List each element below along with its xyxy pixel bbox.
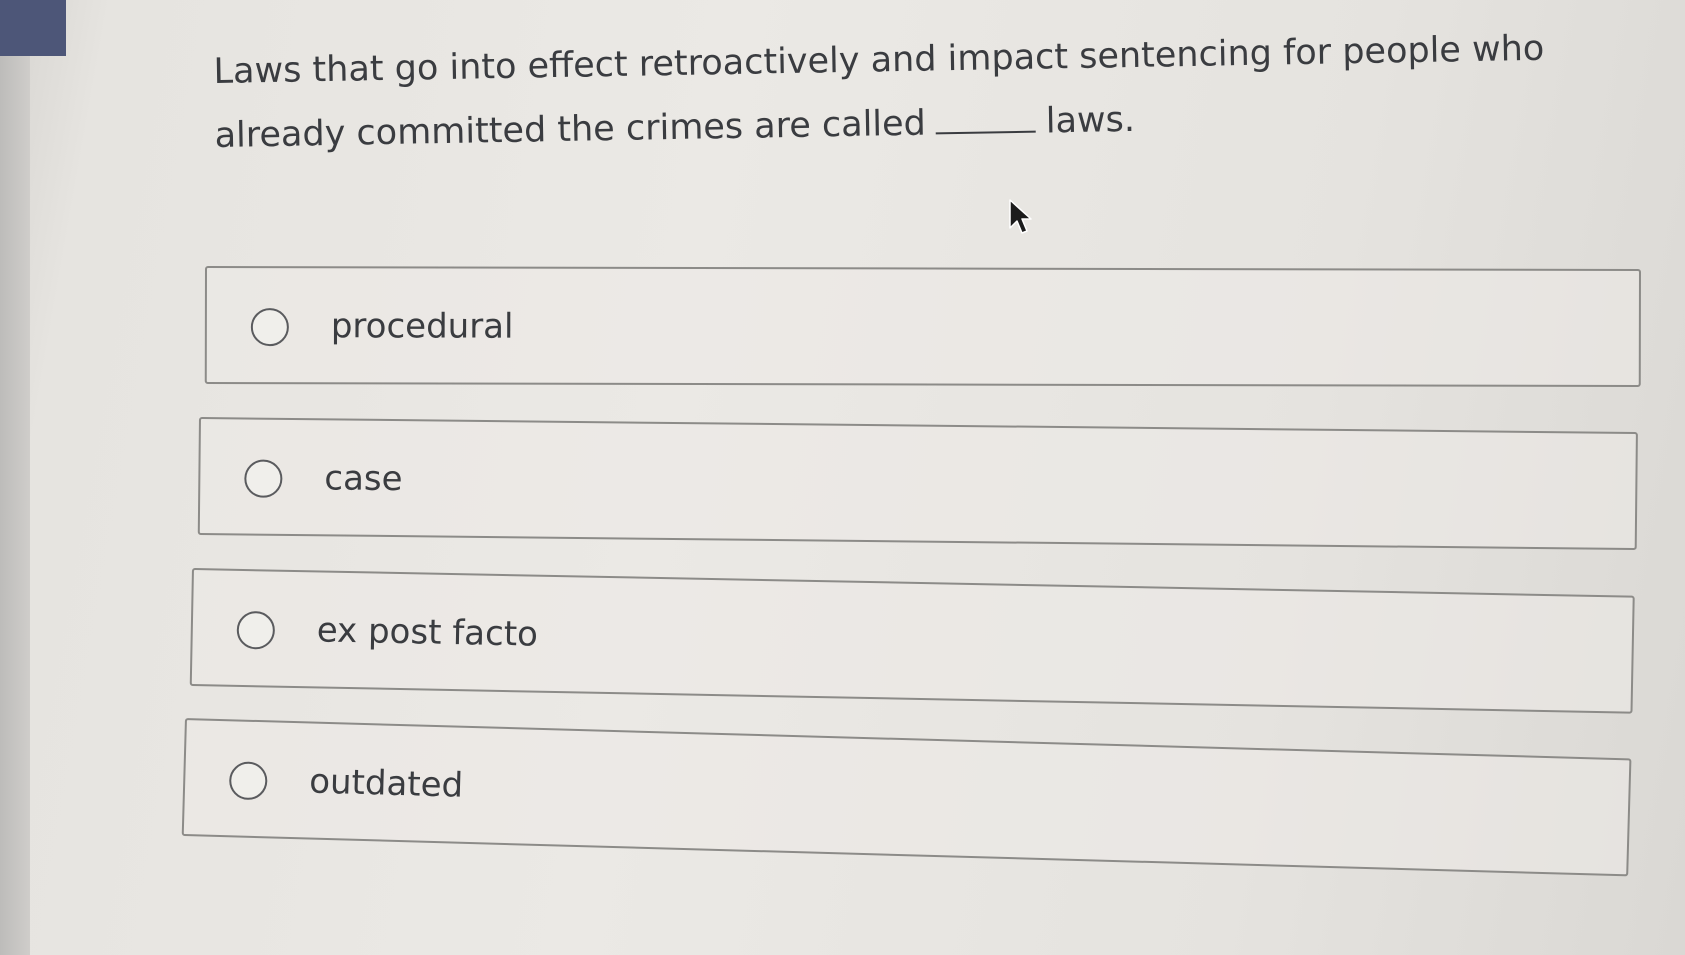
option-label: outdated [308,761,464,806]
radio-unchecked-icon[interactable] [236,610,276,650]
option-ex-post-facto[interactable]: ex post facto [189,568,1635,714]
option-case[interactable]: case [197,417,1638,551]
answer-options: procedural case ex post facto outdated [0,0,1685,955]
radio-unchecked-icon[interactable] [250,308,289,347]
radio-unchecked-icon[interactable] [244,459,283,498]
option-label: case [324,458,403,500]
option-label: procedural [330,306,514,347]
option-outdated[interactable]: outdated [181,718,1632,877]
radio-unchecked-icon[interactable] [228,761,268,801]
option-label: ex post facto [316,610,539,655]
option-procedural[interactable]: procedural [204,266,1641,388]
